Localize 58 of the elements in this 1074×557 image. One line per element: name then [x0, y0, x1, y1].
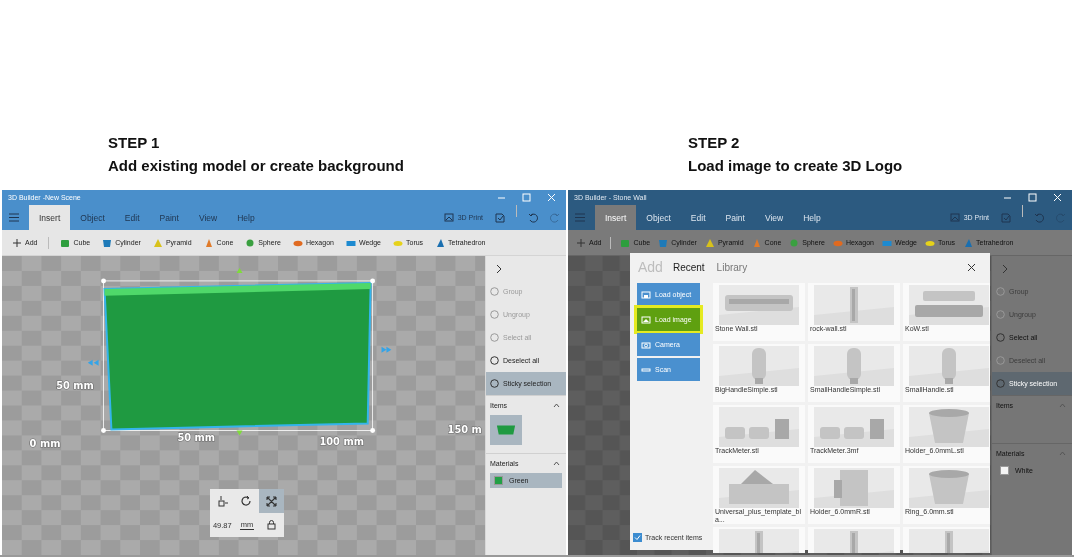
menu-tab[interactable]: View: [754, 205, 794, 230]
image-icon: [641, 314, 651, 325]
step-caption: Add existing model or create background: [108, 156, 404, 176]
axis-label: 150 m: [447, 424, 482, 436]
menu-tab[interactable]: Insert: [595, 205, 637, 230]
circle-icon: [996, 333, 1005, 342]
close-icon[interactable]: [967, 262, 976, 272]
item-thumbnail[interactable]: [490, 415, 522, 445]
menu-icon[interactable]: [9, 213, 19, 222]
menu-tab[interactable]: Object: [636, 205, 681, 230]
image-icon: [949, 213, 960, 222]
scale-tool[interactable]: [259, 489, 284, 513]
chevron-icon[interactable]: [495, 264, 503, 274]
camera-icon: [641, 339, 651, 350]
axis-label: 50 mm: [177, 432, 216, 444]
circle-icon: [996, 310, 1005, 319]
redo-icon[interactable]: [550, 212, 560, 223]
circle-icon: [490, 379, 499, 388]
circle-icon: [996, 379, 1005, 388]
dialog-tab[interactable]: Recent: [670, 261, 707, 273]
menu-tab[interactable]: Edit: [680, 205, 716, 230]
plus-icon: [576, 237, 586, 248]
plus-icon: [12, 237, 22, 248]
object-icon: [641, 289, 651, 300]
rotate-icon: [240, 494, 254, 508]
menu-tab[interactable]: Help: [227, 205, 265, 230]
axis-label: 0 mm: [29, 438, 61, 450]
axis-label: 100 mm: [319, 436, 364, 448]
menu-tab[interactable]: Paint: [715, 205, 755, 230]
menu-tab[interactable]: View: [188, 205, 228, 230]
resize-icon: [265, 494, 279, 508]
maximize-icon[interactable]: [1028, 193, 1037, 202]
menu-tab[interactable]: Edit: [114, 205, 150, 230]
menu-tab[interactable]: Insert: [29, 205, 71, 230]
menu-tab[interactable]: Object: [70, 205, 115, 230]
maximize-icon[interactable]: [522, 193, 531, 202]
caret-icon[interactable]: [553, 403, 560, 408]
menu-tab[interactable]: Help: [793, 205, 831, 230]
axis-label: 50 mm: [56, 379, 94, 391]
circle-icon: [490, 333, 499, 342]
step-caption: Load image to create 3D Logo: [688, 156, 903, 176]
menu-icon[interactable]: [575, 213, 585, 222]
caret-icon[interactable]: [553, 461, 560, 466]
menu-tab[interactable]: Paint: [149, 205, 189, 230]
circle-icon: [490, 310, 499, 319]
step-heading: STEP 1: [108, 133, 160, 153]
circle-icon: [490, 287, 499, 296]
undo-icon[interactable]: [528, 212, 538, 223]
image-icon: [443, 213, 454, 222]
checkmark-icon: [634, 534, 641, 541]
dialog-tab[interactable]: Library: [714, 261, 750, 273]
lock-icon[interactable]: [267, 520, 277, 530]
move-icon: [215, 494, 229, 508]
circle-icon: [996, 287, 1005, 296]
circle-icon: [996, 356, 1005, 365]
undo-icon[interactable]: [1034, 212, 1044, 223]
step-heading: STEP 2: [688, 133, 740, 153]
circle-icon: [490, 356, 499, 365]
